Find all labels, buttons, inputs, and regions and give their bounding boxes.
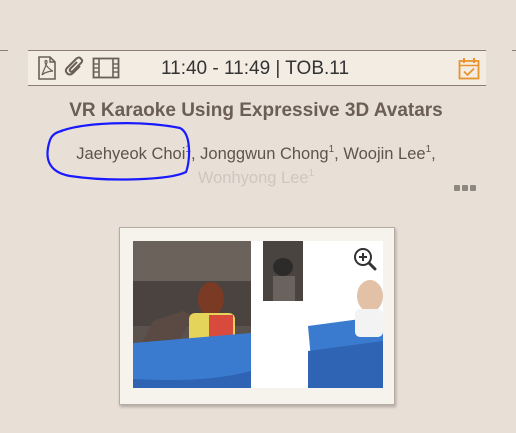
- session-bar: 11:40 - 11:49 | TOB.11: [28, 50, 486, 86]
- author-separator: ,: [190, 145, 201, 163]
- thumbnail-image: [133, 241, 383, 388]
- more-dots-icon[interactable]: [454, 185, 478, 193]
- pdf-icon[interactable]: [36, 56, 58, 80]
- author-name[interactable]: Jaehyeok Choi: [76, 145, 185, 163]
- author-list: Jaehyeok Choi1, Jonggwun Chong1, Woojin …: [0, 142, 512, 166]
- page-divider-left: [0, 50, 8, 51]
- author-separator-trailing: ,: [431, 145, 436, 163]
- attachment-icon[interactable]: [64, 56, 86, 80]
- video-icon[interactable]: [92, 57, 120, 79]
- zoom-in-icon[interactable]: [353, 247, 377, 271]
- paper-title[interactable]: VR Karaoke Using Expressive 3D Avatars: [0, 100, 512, 122]
- author-name[interactable]: Jonggwun Chong: [200, 145, 328, 163]
- session-time: 11:40 - 11:49 | TOB.11: [160, 58, 350, 79]
- page-divider-right: [512, 50, 516, 51]
- author-name[interactable]: Wonhyong Lee: [198, 169, 309, 187]
- author-name[interactable]: Woojin Lee: [343, 145, 425, 163]
- calendar-check-icon[interactable]: [458, 57, 480, 84]
- author-affiliation: 1: [308, 168, 315, 179]
- author-list-faded: Wonhyong Lee1: [0, 166, 512, 190]
- author-separator: ,: [334, 145, 344, 163]
